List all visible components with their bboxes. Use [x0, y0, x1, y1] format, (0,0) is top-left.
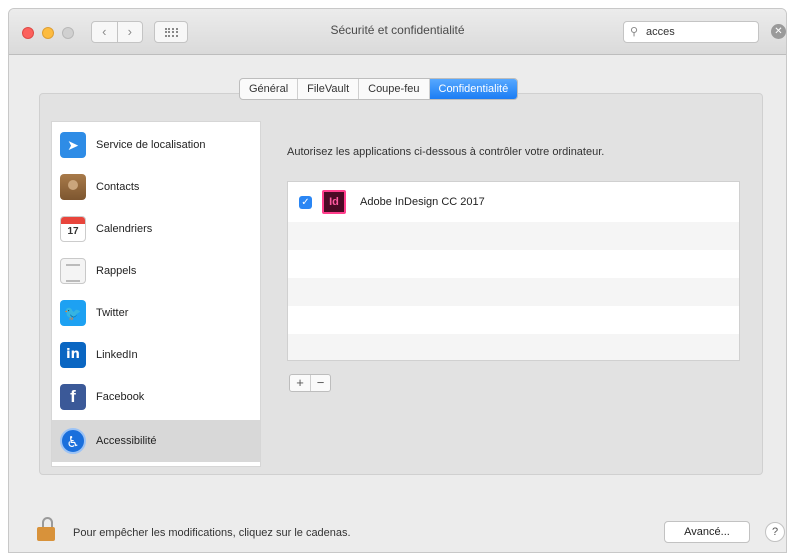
tab-privacy[interactable]: Confidentialité — [428, 79, 518, 99]
sidebar-item-label: Rappels — [96, 265, 137, 277]
sidebar-item-facebook[interactable]: f Facebook — [52, 376, 260, 418]
twitter-bird-icon: 🐦 — [60, 300, 86, 326]
sidebar-item-label: LinkedIn — [96, 349, 138, 361]
tab-bar: Général FileVault Coupe-feu Confidential… — [239, 78, 519, 100]
advanced-button[interactable]: Avancé... — [664, 521, 750, 543]
empty-row — [288, 250, 739, 278]
location-arrow-icon: ➤ — [60, 132, 86, 158]
sidebar-item-label: Contacts — [96, 181, 140, 193]
app-allowed-checkbox[interactable]: ✓ — [299, 196, 312, 209]
sidebar-item-location-services[interactable]: ➤ Service de localisation — [52, 124, 260, 166]
padlock-body — [37, 527, 55, 541]
sidebar-item-linkedin[interactable]: in LinkedIn — [52, 334, 260, 376]
search-field[interactable]: ⚲ acces — [623, 21, 759, 43]
tab-firewall[interactable]: Coupe-feu — [358, 79, 428, 99]
privacy-description: Autorisez les applications ci-dessous à … — [287, 146, 605, 158]
tab-filevault[interactable]: FileVault — [297, 79, 358, 99]
sidebar-item-accessibility[interactable]: ♿ Accessibilité — [52, 420, 260, 462]
add-remove-control: + − — [289, 374, 331, 392]
sidebar-item-label: Twitter — [96, 307, 129, 319]
search-input-value[interactable]: acces — [646, 26, 675, 38]
sidebar-item-calendars[interactable]: 17 Calendriers — [52, 208, 260, 250]
accessibility-icon: ♿ — [60, 428, 86, 454]
preferences-window: ‹ › Sécurité et confidentialité ⚲ acces … — [8, 8, 787, 553]
clear-search-button[interactable]: ✕ — [771, 24, 786, 39]
empty-row — [288, 334, 739, 360]
sidebar-item-reminders[interactable]: Rappels — [52, 250, 260, 292]
empty-row — [288, 306, 739, 334]
empty-row — [288, 222, 739, 250]
add-app-button[interactable]: + — [290, 375, 310, 391]
reminders-icon — [60, 258, 86, 284]
app-name: Adobe InDesign CC 2017 — [360, 196, 485, 208]
lock-instruction: Pour empêcher les modifications, cliquez… — [73, 527, 351, 539]
privacy-category-list: ➤ Service de localisation Contacts 17 Ca… — [51, 121, 261, 467]
sidebar-item-label: Accessibilité — [96, 435, 157, 447]
sidebar-item-label: Facebook — [96, 391, 145, 403]
list-item[interactable]: ✓ Id Adobe InDesign CC 2017 — [288, 188, 739, 216]
remove-app-button[interactable]: − — [310, 375, 330, 391]
magnifier-icon: ⚲ — [630, 26, 639, 38]
title-bar: ‹ › Sécurité et confidentialité ⚲ acces … — [9, 9, 786, 55]
calendar-icon: 17 — [60, 216, 86, 242]
empty-row — [288, 278, 739, 306]
tab-general[interactable]: Général — [240, 79, 297, 99]
contacts-book-icon — [60, 174, 86, 200]
facebook-icon: f — [60, 384, 86, 410]
help-button[interactable]: ? — [765, 522, 785, 542]
indesign-app-icon: Id — [322, 190, 346, 214]
padlock-icon[interactable] — [37, 517, 55, 541]
sidebar-item-twitter[interactable]: 🐦 Twitter — [52, 292, 260, 334]
linkedin-icon: in — [60, 342, 86, 368]
sidebar-item-label: Service de localisation — [96, 139, 206, 151]
sidebar-item-label: Calendriers — [96, 223, 153, 235]
sidebar-item-contacts[interactable]: Contacts — [52, 166, 260, 208]
allowed-apps-list: ✓ Id Adobe InDesign CC 2017 — [287, 181, 740, 361]
